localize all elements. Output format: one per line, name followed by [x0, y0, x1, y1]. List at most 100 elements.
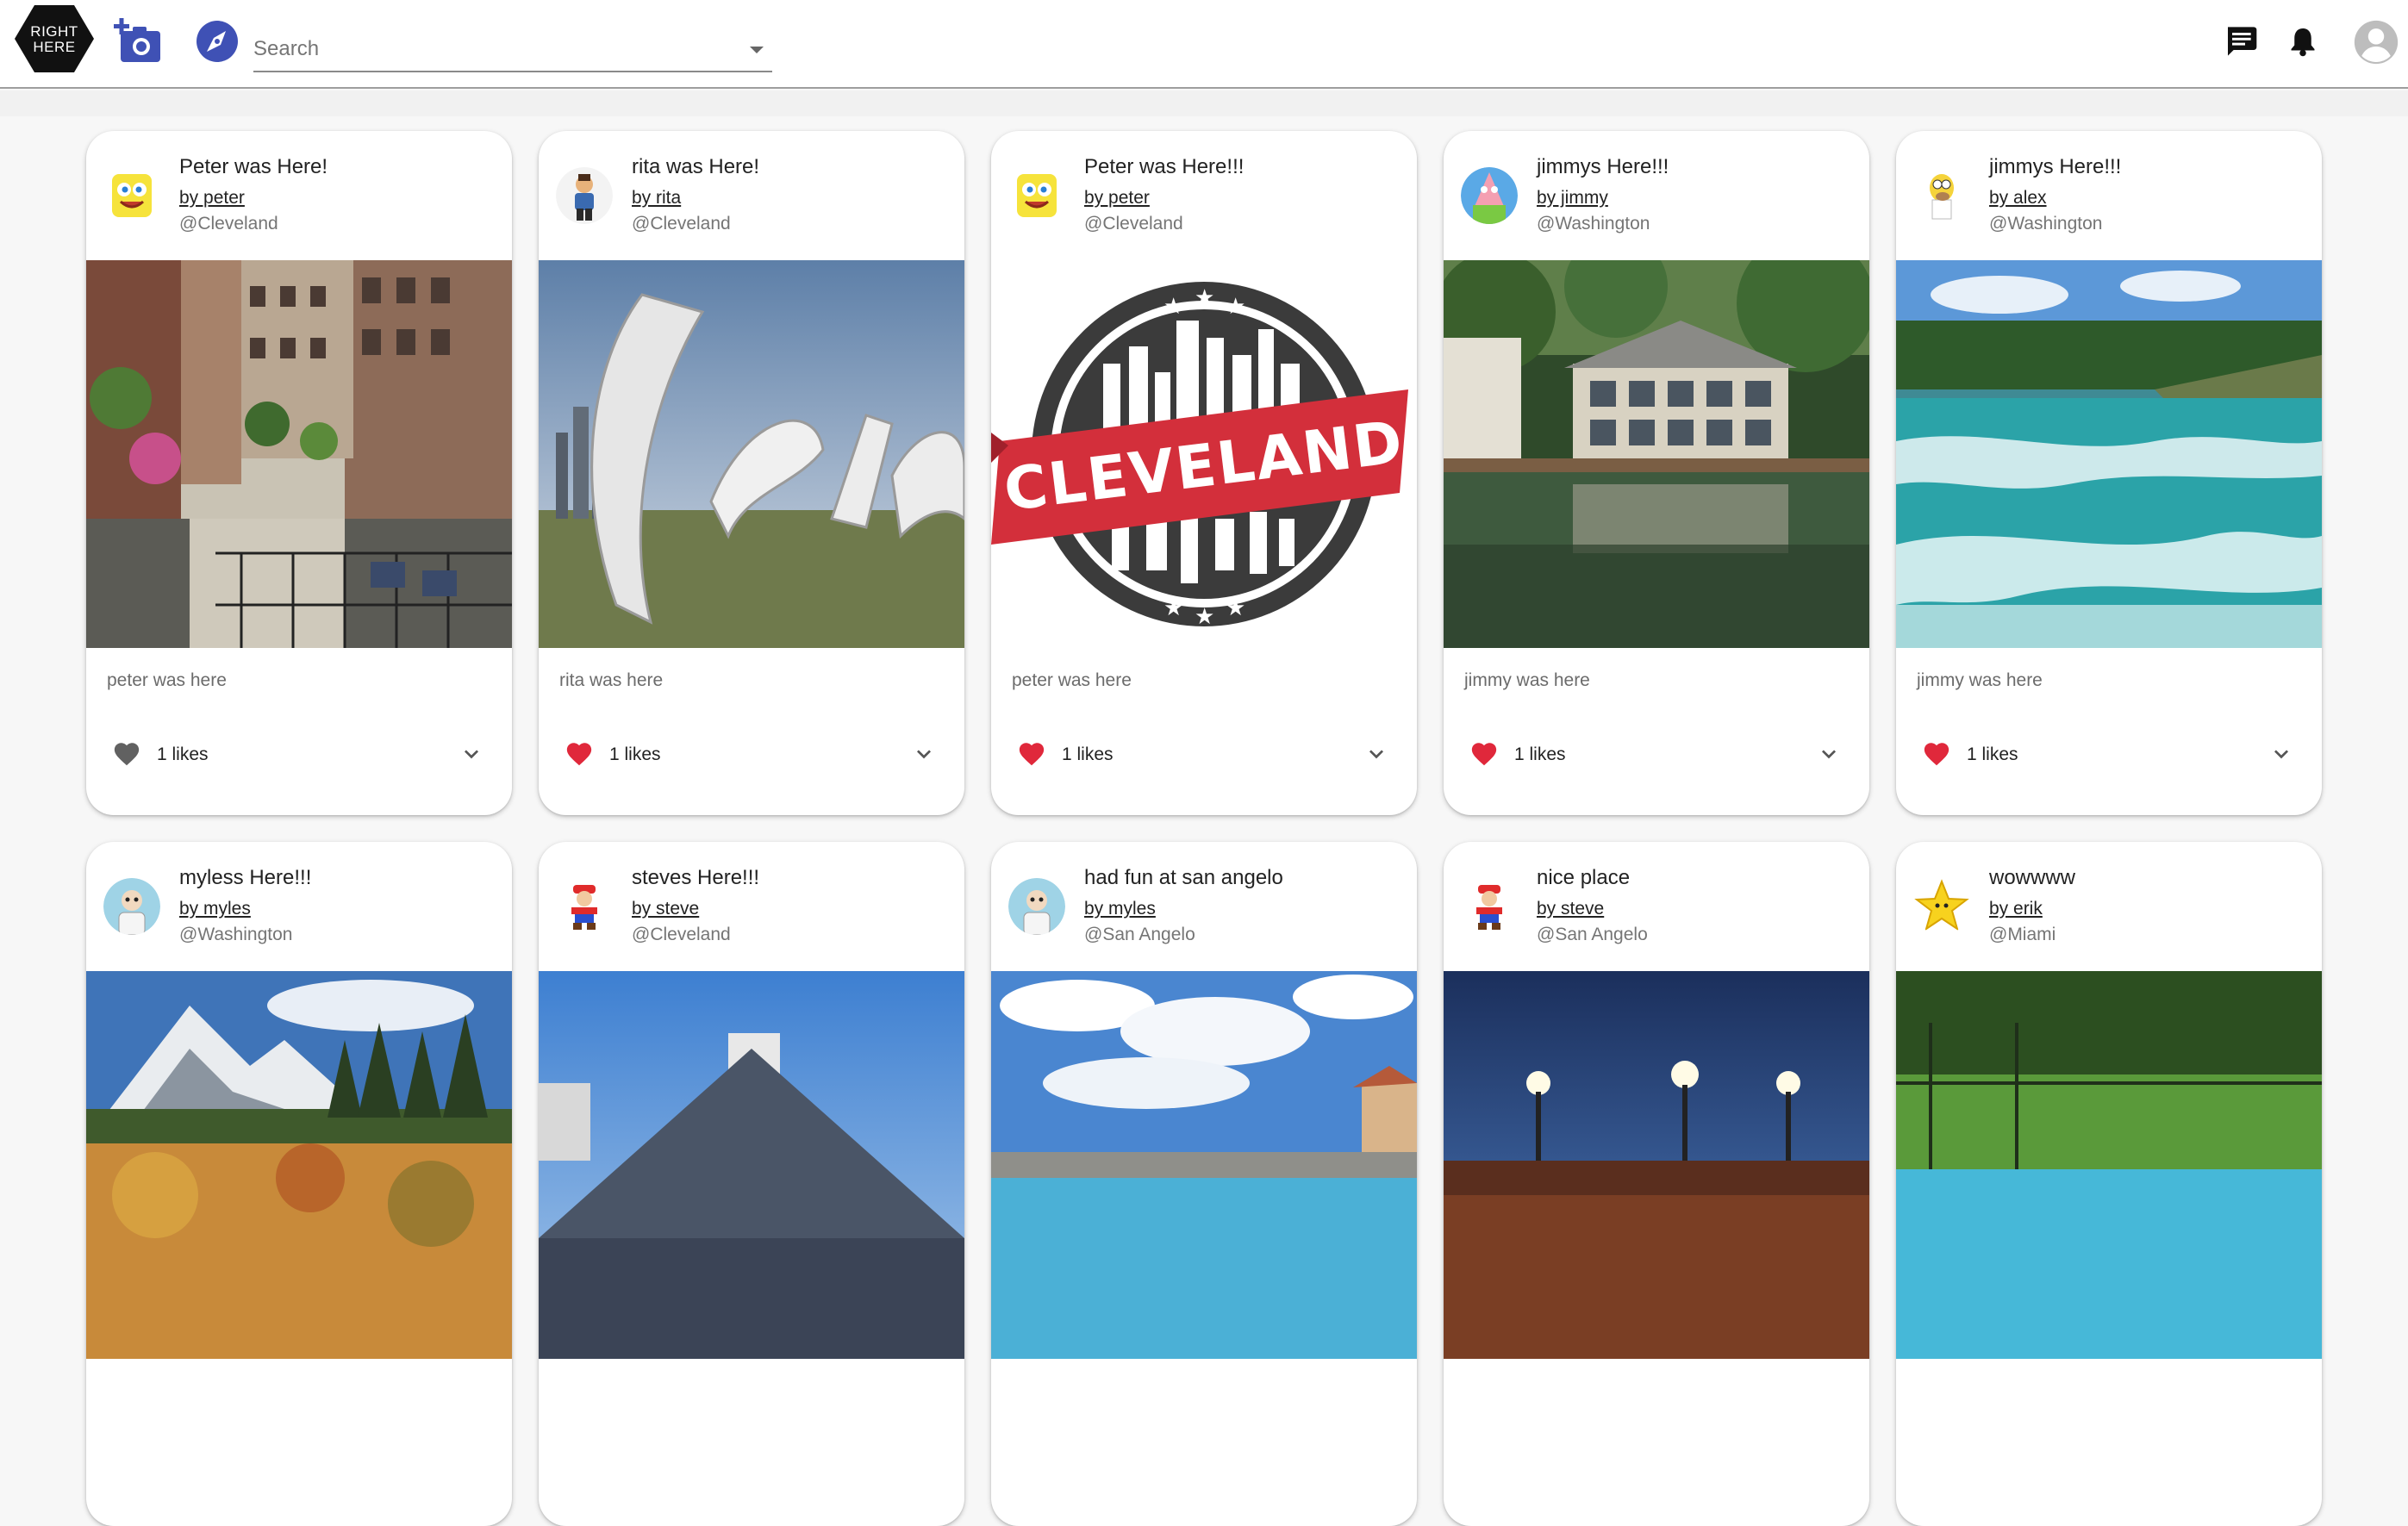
post-location: @Cleveland: [632, 925, 731, 944]
post-title: jimmys Here!!!: [1537, 155, 1669, 178]
cartoon-person-avatar-image: [556, 167, 613, 224]
post-caption: peter was here: [1012, 670, 1132, 690]
post-author-link[interactable]: by steve: [1537, 899, 1604, 919]
post-card: had fun at san angelo by myles @San Ange…: [991, 842, 1417, 1526]
post-caption: peter was here: [107, 670, 227, 690]
post-author-link[interactable]: by erik: [1989, 899, 2043, 919]
chevron-down-icon: [2274, 750, 2288, 759]
cleveland-stamp-photo[interactable]: ★ ★ ★ ★ ★ ★ CLEVELAND: [991, 260, 1417, 648]
expand-button[interactable]: [904, 734, 944, 774]
star-avatar[interactable]: [1913, 878, 1970, 935]
post-card: steves Here!!! by steve @Cleveland: [539, 842, 964, 1526]
post-title: myless Here!!!: [179, 866, 312, 889]
post-card: wowwww by erik @Miami: [1896, 842, 2322, 1526]
post-author-link[interactable]: by peter: [179, 188, 245, 209]
expand-button[interactable]: [1809, 734, 1849, 774]
cartoon-avatar[interactable]: [1008, 878, 1065, 935]
account-circle-icon: [2354, 20, 2399, 65]
cleveland-script-sign-photo[interactable]: [539, 260, 964, 648]
patrick-avatar-image: [1461, 167, 1518, 224]
pyramid-building-photo[interactable]: [539, 971, 964, 1359]
like-button[interactable]: [1010, 732, 1053, 775]
svg-text:★: ★: [1226, 595, 1245, 621]
svg-text:★: ★: [1226, 294, 1245, 320]
post-location: @San Angelo: [1084, 925, 1195, 944]
heart-icon: [566, 743, 592, 766]
patrick-avatar[interactable]: [1461, 167, 1518, 224]
post-author-link[interactable]: by rita: [632, 188, 681, 209]
post-title: jimmys Here!!!: [1989, 155, 2122, 178]
post-title: had fun at san angelo: [1084, 866, 1283, 889]
post-location: @Cleveland: [632, 214, 731, 234]
stadium-night-photo[interactable]: [1444, 971, 1869, 1359]
post-caption: jimmy was here: [1464, 670, 1590, 690]
post-title: rita was Here!: [632, 155, 760, 178]
svg-text:★: ★: [1163, 595, 1183, 621]
spongebob-avatar-image: [1008, 167, 1065, 224]
stadium-photo-image: [1444, 971, 1869, 1359]
post-card: nice place by steve @San Angelo: [1444, 842, 1869, 1526]
post-author-link[interactable]: by peter: [1084, 188, 1150, 209]
compass-icon: [197, 21, 238, 62]
spongebob-avatar-image: [103, 167, 160, 224]
spongebob-avatar[interactable]: [1008, 167, 1065, 224]
like-button[interactable]: [558, 732, 601, 775]
cleveland-street-photo[interactable]: [86, 260, 512, 648]
search-input[interactable]: [253, 33, 736, 65]
post-author-link[interactable]: by alex: [1989, 188, 2047, 209]
expand-button[interactable]: [1357, 734, 1396, 774]
post-title: nice place: [1537, 866, 1631, 889]
account-button[interactable]: [2349, 16, 2403, 69]
post-location: @Cleveland: [1084, 214, 1183, 234]
toolbar-spacer: [0, 90, 2408, 116]
post-card: Peter was Here!!! by peter @Cleveland ★ ★…: [991, 131, 1417, 815]
chevron-down-icon: [1822, 750, 1836, 759]
street-photo-image: [86, 260, 512, 648]
logo-text-line1: RIGHT: [30, 23, 78, 40]
pool-sky-photo-image: [991, 971, 1417, 1359]
river-rapids-photo[interactable]: [1896, 260, 2322, 648]
like-button[interactable]: [1463, 732, 1506, 775]
mario-avatar-image: [1461, 878, 1518, 935]
chevron-down-icon: [917, 750, 931, 759]
stamp-photo-image: ★ ★ ★ ★ ★ ★ CLEVELAND: [991, 260, 1417, 648]
homer-avatar[interactable]: [1913, 167, 1970, 224]
cartoon-person-avatar[interactable]: [556, 167, 613, 224]
post-author-link[interactable]: by myles: [179, 899, 251, 919]
post-location: @San Angelo: [1537, 925, 1648, 944]
mario-avatar[interactable]: [1461, 878, 1518, 935]
post-author-link[interactable]: by myles: [1084, 899, 1156, 919]
heart-icon: [1019, 743, 1045, 766]
post-card: jimmys Here!!! by jimmy @Washington jimm…: [1444, 131, 1869, 815]
pool-sky-photo[interactable]: [991, 971, 1417, 1359]
pyramid-photo-image: [539, 971, 964, 1359]
spongebob-avatar[interactable]: [103, 167, 160, 224]
backyard-pool-photo[interactable]: [1896, 971, 2322, 1359]
search-field[interactable]: [253, 22, 772, 72]
lake-house-photo-image: [1444, 260, 1869, 648]
mario-avatar[interactable]: [556, 878, 613, 935]
post-location: @Miami: [1989, 925, 2056, 944]
like-button[interactable]: [105, 732, 148, 775]
add-photo-button[interactable]: [112, 17, 165, 67]
homer-avatar-image: [1913, 167, 1970, 224]
mountain-photo[interactable]: [86, 971, 512, 1359]
post-location: @Washington: [1537, 214, 1650, 234]
cartoon-avatar[interactable]: [103, 878, 160, 935]
post-author-link[interactable]: by jimmy: [1537, 188, 1608, 209]
mountain-photo-image: [86, 971, 512, 1359]
dropdown-arrow-icon[interactable]: [750, 47, 764, 53]
messages-button[interactable]: [2220, 21, 2261, 62]
explore-button[interactable]: [195, 19, 240, 64]
expand-button[interactable]: [2261, 734, 2301, 774]
likes-count: 1 likes: [1967, 744, 2018, 764]
chevron-down-icon: [465, 750, 478, 759]
post-author-link[interactable]: by steve: [632, 899, 699, 919]
lake-house-photo[interactable]: [1444, 260, 1869, 648]
right-here-logo[interactable]: RIGHT HERE: [14, 3, 95, 74]
like-button[interactable]: [1915, 732, 1958, 775]
notifications-button[interactable]: [2282, 21, 2324, 62]
expand-button[interactable]: [452, 734, 491, 774]
cartoon-avatar-image: [103, 878, 160, 935]
logo-text-line2: HERE: [33, 39, 76, 55]
